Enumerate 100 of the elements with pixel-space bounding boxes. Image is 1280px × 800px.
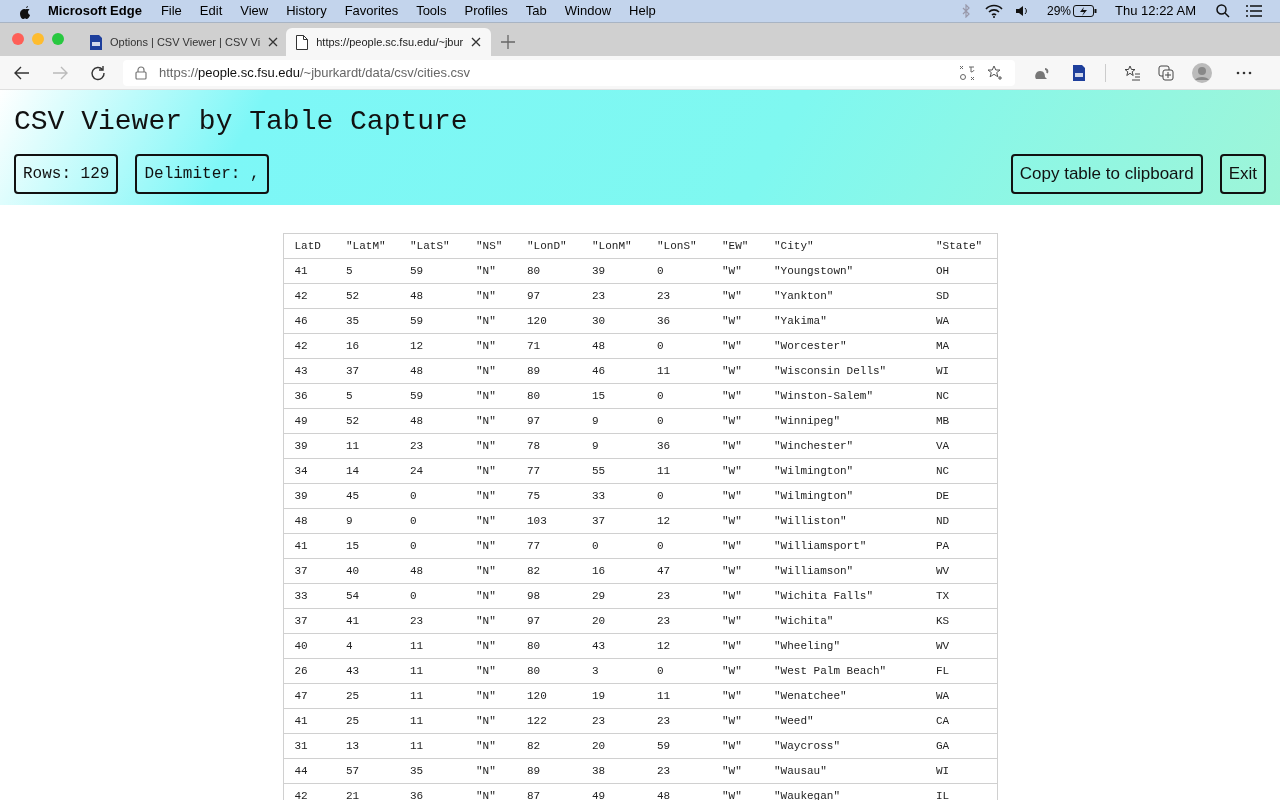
table-cell: "Wilmington": [763, 483, 925, 509]
table-cell: "Winchester": [763, 433, 925, 459]
table-cell: "W": [711, 758, 763, 784]
menu-item[interactable]: Favorites: [335, 1, 408, 21]
column-header[interactable]: "LonD": [516, 233, 581, 259]
table-cell: 80: [516, 383, 581, 409]
new-tab-icon[interactable]: [501, 35, 516, 49]
tab-title: Options | CSV Viewer | CSV Vi: [110, 34, 261, 50]
column-header[interactable]: "LatS": [399, 233, 465, 259]
wifi-icon[interactable]: [985, 4, 1003, 18]
table-cell: 16: [581, 558, 646, 584]
table-cell: 15: [581, 383, 646, 409]
table-cell: "W": [711, 533, 763, 559]
table-cell: 82: [516, 733, 581, 759]
url-text: https://people.sc.fsu.edu/~jburkardt/data/csv/cities.csv: [159, 63, 472, 82]
favorites-list-icon[interactable]: [1124, 64, 1140, 81]
copy-button[interactable]: Copy table to clipboard: [1010, 154, 1203, 194]
table-cell: 35: [399, 758, 465, 784]
table-cell: 33: [283, 583, 335, 609]
menu-item[interactable]: History: [277, 1, 336, 21]
table-cell: WI: [925, 358, 997, 384]
app-name[interactable]: Microsoft Edge: [48, 1, 142, 21]
table-cell: "Yankton": [763, 283, 925, 309]
table-cell: "N": [465, 483, 516, 509]
table-cell: "W": [711, 333, 763, 359]
table-cell: "W": [711, 283, 763, 309]
list-icon[interactable]: [1246, 5, 1262, 17]
table-cell: GA: [925, 733, 997, 759]
collections-icon[interactable]: [1158, 64, 1174, 81]
table-cell: "Waycross": [763, 733, 925, 759]
csv-file-icon[interactable]: [1071, 64, 1087, 81]
table-cell: 11: [399, 733, 465, 759]
table-cell: 0: [646, 408, 711, 434]
table-cell: TX: [925, 583, 997, 609]
table-cell: "Youngstown": [763, 258, 925, 284]
table-cell: 23: [646, 708, 711, 734]
menu-item[interactable]: View: [231, 1, 278, 21]
exit-button[interactable]: Exit: [1219, 154, 1266, 194]
table-cell: 48: [283, 508, 335, 534]
menu-item[interactable]: File: [151, 1, 191, 21]
table-cell: 24: [399, 458, 465, 484]
table-cell: 0: [399, 533, 465, 559]
table-cell: "Yakima": [763, 308, 925, 334]
back-arrow-icon[interactable]: [14, 65, 30, 80]
column-header[interactable]: "LonS": [646, 233, 711, 259]
close-icon[interactable]: [471, 37, 482, 47]
column-header[interactable]: LatD: [283, 233, 335, 259]
battery-icon[interactable]: [1073, 5, 1098, 17]
browser-tab[interactable]: https://people.sc.fsu.edu/~jbur: [286, 28, 492, 56]
table-cell: 0: [646, 658, 711, 684]
menu-clock[interactable]: Thu 12:22 AM: [1115, 1, 1196, 21]
column-header[interactable]: "State": [925, 233, 997, 259]
table-cell: 55: [581, 458, 646, 484]
table-cell: 9: [581, 408, 646, 434]
table-cell: "W": [711, 608, 763, 634]
table-cell: 49: [283, 408, 335, 434]
table-cell: 39: [283, 483, 335, 509]
table-cell: 16: [335, 333, 399, 359]
table-cell: MA: [925, 333, 997, 359]
column-header[interactable]: "EW": [711, 233, 763, 259]
table-cell: 11: [399, 658, 465, 684]
row-count-badge: Rows: 129: [14, 154, 119, 194]
table-cell: 11: [646, 683, 711, 709]
search-icon[interactable]: [1216, 4, 1230, 18]
table-cell: SD: [925, 283, 997, 309]
table-cell: "N": [465, 658, 516, 684]
table-cell: 97: [516, 408, 581, 434]
menu-item[interactable]: Help: [620, 1, 665, 21]
table-cell: "Williston": [763, 508, 925, 534]
table-cell: "N": [465, 333, 516, 359]
table-cell: "W": [711, 358, 763, 384]
address-bar[interactable]: https://people.sc.fsu.edu/~jburkardt/data/csv/cities.csv: [123, 59, 1015, 86]
menu-item[interactable]: Profiles: [455, 1, 517, 21]
menu-item[interactable]: Tab: [516, 1, 556, 21]
table-cell: "W": [711, 258, 763, 284]
menu-item[interactable]: Window: [555, 1, 621, 21]
table-cell: 37: [283, 608, 335, 634]
table-cell: "W": [711, 483, 763, 509]
table-cell: NC: [925, 383, 997, 409]
table-cell: 42: [283, 333, 335, 359]
table-cell: 40: [335, 558, 399, 584]
menu-item[interactable]: Edit: [190, 1, 232, 21]
table-cell: 12: [646, 508, 711, 534]
reload-icon[interactable]: [90, 64, 106, 81]
table-cell: WV: [925, 558, 997, 584]
table-cell: 23: [646, 758, 711, 784]
star-plus-icon[interactable]: [987, 64, 1003, 81]
avatar-icon[interactable]: [1192, 62, 1212, 83]
close-icon[interactable]: [268, 37, 279, 47]
table-cell: 23: [646, 608, 711, 634]
table-cell: "N": [465, 633, 516, 659]
column-header[interactable]: "City": [763, 233, 925, 259]
table-cell: 46: [283, 308, 335, 334]
column-header[interactable]: "LatM": [335, 233, 399, 259]
table-cell: 9: [581, 433, 646, 459]
table-cell: 48: [581, 333, 646, 359]
table-cell: "W": [711, 583, 763, 609]
column-header[interactable]: "LonM": [581, 233, 646, 259]
column-header[interactable]: "NS": [465, 233, 516, 259]
menu-item[interactable]: Tools: [407, 1, 456, 21]
